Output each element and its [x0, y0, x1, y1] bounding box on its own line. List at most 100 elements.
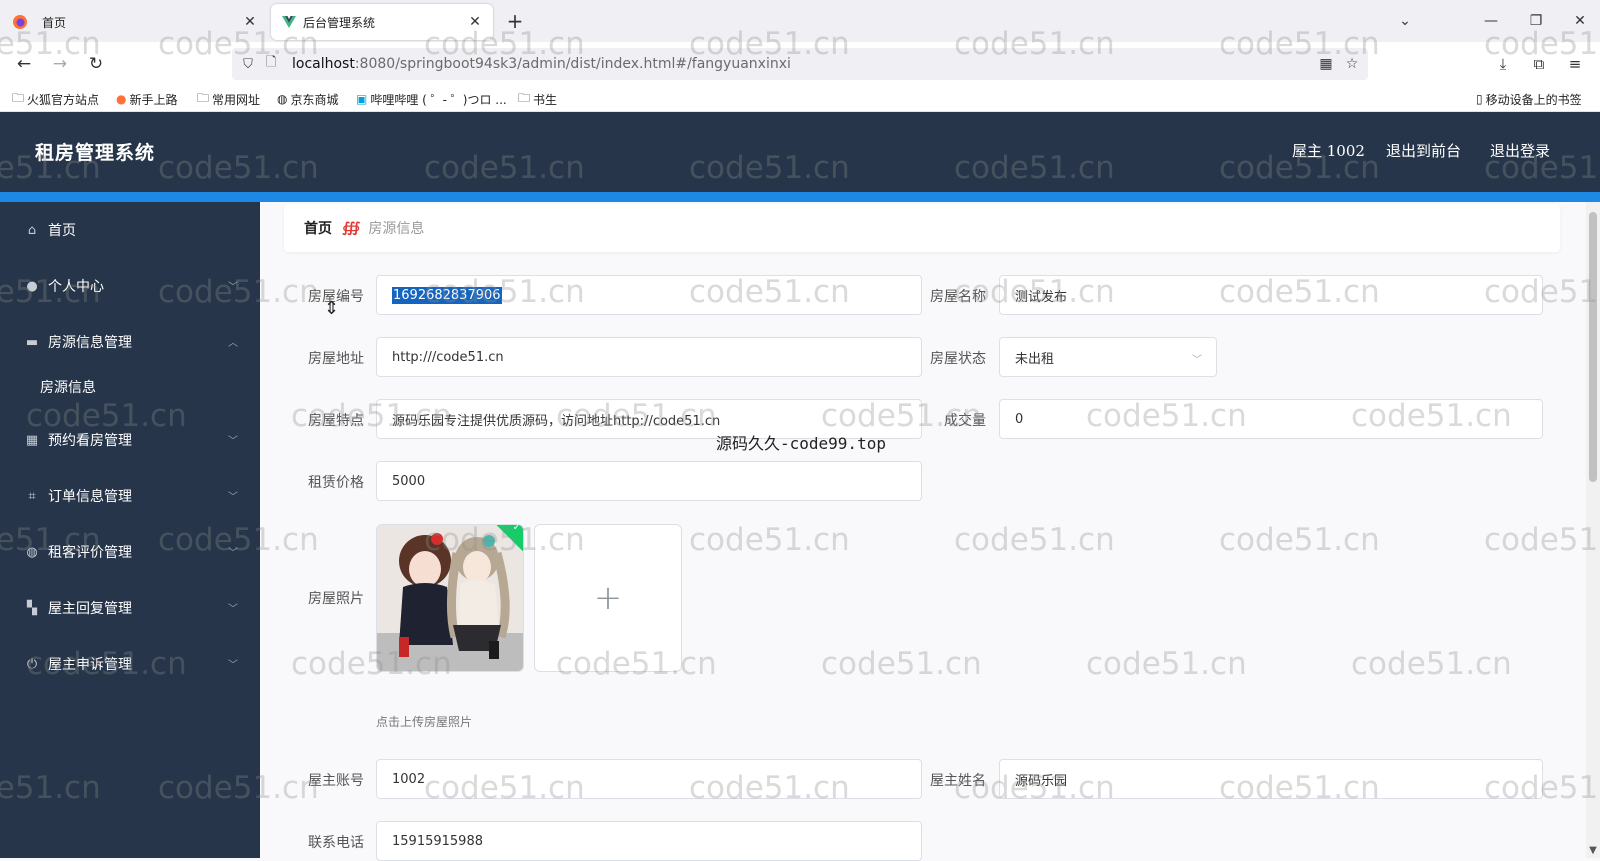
crop-icon: ⌗ — [28, 488, 36, 504]
sidebar-subitem-house-info[interactable]: 房源信息 — [0, 362, 260, 412]
home-icon: ⌂ — [27, 222, 37, 238]
house-no-value: 1692682837906 — [392, 286, 502, 304]
app-header: 租房管理系统 屋主 1002 退出到前台 退出登录 — [0, 112, 1600, 192]
watermark-text: code51.cn — [1219, 522, 1380, 558]
bookmark-item[interactable]: ◍ 京东商城 — [277, 90, 339, 108]
sidebar-item-label: 房源信息管理 — [48, 335, 132, 351]
chevron-down-icon: ﹀ — [228, 660, 238, 671]
globe-icon: ◍ — [26, 544, 38, 560]
scroll-down-icon[interactable]: ▼ — [1586, 845, 1600, 856]
back-to-front-link[interactable]: 退出到前台 — [1386, 140, 1461, 161]
power-icon: ⏻ — [26, 656, 38, 672]
anime-illustration-image — [377, 525, 523, 671]
restore-icon[interactable]: ❐ — [1521, 10, 1551, 32]
menu-icon[interactable]: ≡ — [1563, 52, 1587, 76]
download-icon[interactable]: ⤓ — [1491, 52, 1515, 76]
watermark-text: code51.cn — [1351, 646, 1512, 682]
upload-photo-button[interactable]: + — [534, 524, 682, 672]
url-host: localhost — [292, 56, 355, 72]
sidebar-item-label: 预约看房管理 — [48, 433, 132, 449]
feature-label: 房屋特点 — [308, 413, 364, 429]
bookmark-item[interactable]: 🗀 火狐官方站点 — [12, 90, 99, 108]
status-label: 房屋状态 — [930, 351, 986, 367]
deals-input[interactable]: 0 — [999, 399, 1543, 439]
chevron-down-icon: ﹀ — [228, 436, 238, 447]
reload-icon[interactable]: ↻ — [84, 52, 108, 76]
sidebar-item-replies[interactable]: ▚ 屋主回复管理 ﹀ — [0, 580, 260, 636]
extensions-icon[interactable]: ⧉ — [1527, 52, 1551, 76]
house-name-label: 房屋名称 — [930, 289, 986, 305]
bookmark-item[interactable]: ● 新手上路 — [116, 90, 178, 108]
bilibili-icon: ▣ — [356, 92, 368, 106]
breadcrumb-home[interactable]: 首页 — [304, 218, 332, 238]
price-input[interactable]: 5000 — [376, 461, 922, 501]
watermark-text: code51.cn — [1484, 522, 1600, 558]
house-photo-thumbnail[interactable]: ✓ — [376, 524, 524, 672]
sidebar-item-reviews[interactable]: ◍ 租客评价管理 ﹀ — [0, 524, 260, 580]
address-label: 房屋地址 — [308, 351, 364, 367]
phone-input[interactable]: 15915915988 — [376, 821, 922, 861]
star-icon[interactable]: ☆ — [1342, 54, 1362, 74]
browser-nav-bar: ← → ↻ ⛉ 🗋 localhost:8080/springboot94sk3… — [0, 42, 1600, 86]
close-icon[interactable]: ✕ — [238, 14, 262, 30]
sidebar-item-label: 首页 — [48, 223, 76, 239]
minimize-icon[interactable]: — — [1476, 10, 1506, 32]
overlay-watermark: 源码久久-code99.top — [716, 434, 886, 453]
app-title: 租房管理系统 — [35, 142, 156, 164]
bookmark-item[interactable]: 🗀 常用网址 — [197, 90, 260, 108]
photo-label: 房屋照片 — [308, 591, 364, 607]
folder-icon: 🗀 — [197, 90, 210, 105]
logout-link[interactable]: 退出登录 — [1490, 140, 1550, 161]
tab-admin[interactable]: 后台管理系统 ✕ — [271, 4, 493, 40]
status-value: 未出租 — [1015, 351, 1055, 367]
sidebar-item-orders[interactable]: ⌗ 订单信息管理 ﹀ — [0, 468, 260, 524]
back-icon[interactable]: ← — [12, 52, 36, 76]
vue-logo-icon — [281, 14, 297, 30]
chevron-down-icon: ﹀ — [228, 604, 238, 615]
owner-name-label: 屋主姓名 — [930, 773, 986, 789]
scrollbar-thumb[interactable] — [1589, 212, 1597, 482]
tab-list-icon[interactable]: ⌄ — [1390, 10, 1420, 32]
price-label: 租赁价格 — [308, 475, 364, 491]
user-icon: ● — [26, 278, 38, 294]
breadcrumb-separator-icon: ∰ — [342, 220, 361, 236]
sidebar-item-label: 屋主回复管理 — [48, 601, 132, 617]
bookmarks-bar: 🗀 火狐官方站点 ● 新手上路 🗀 常用网址 ◍ 京东商城 ▣ 哔哩哔哩 ( ゜- ゜)つ… — [0, 86, 1600, 112]
forward-icon[interactable]: → — [48, 52, 72, 76]
phone-label: 联系电话 — [308, 835, 364, 851]
address-input[interactable]: http:///code51.cn — [376, 337, 922, 377]
owner-name-input[interactable]: 源码乐园 — [999, 759, 1543, 799]
sidebar-item-complaints[interactable]: ⏻ 屋主申诉管理 ﹀ — [0, 636, 260, 692]
owner-account-input[interactable]: 1002 — [376, 759, 922, 799]
bookmark-item[interactable]: 🗀 书生 — [518, 90, 557, 108]
sidebar-item-viewing-appointments[interactable]: ▦ 预约看房管理 ﹀ — [0, 412, 260, 468]
close-icon[interactable]: ✕ — [463, 14, 487, 30]
sidebar-item-profile[interactable]: ● 个人中心 ﹀ — [0, 258, 260, 314]
plus-icon: + — [593, 578, 623, 618]
chevron-down-icon: ﹀ — [1192, 355, 1202, 366]
url-path: :8080/springboot94sk3/admin/dist/index.h… — [354, 56, 791, 72]
house-name-input[interactable]: 测试发布 — [999, 275, 1543, 315]
apps-icon: ▚ — [27, 600, 37, 616]
window-close-icon[interactable]: ✕ — [1565, 10, 1595, 32]
chevron-up-icon: ︿ — [228, 338, 238, 349]
chevron-down-icon: ﹀ — [228, 492, 238, 503]
check-icon: ✓ — [512, 524, 521, 534]
sidebar-item-home[interactable]: ⌂ 首页 — [0, 202, 260, 258]
status-select[interactable]: 未出租 ﹀ — [999, 337, 1217, 377]
sidebar-item-label: 个人中心 — [48, 279, 104, 295]
new-tab-icon[interactable]: + — [503, 8, 527, 34]
mobile-icon: ▯ — [1476, 92, 1483, 106]
chevron-down-icon: ﹀ — [228, 282, 238, 293]
sidebar-item-label: 屋主申诉管理 — [48, 657, 132, 673]
breadcrumb: 首页 ∰ 房源信息 — [284, 204, 1560, 252]
bookmark-item[interactable]: ▣ 哔哩哔哩 ( ゜- ゜)つロ ... — [356, 90, 507, 108]
tab-label: 后台管理系统 — [303, 15, 376, 30]
page-scrollbar[interactable]: ▼ — [1586, 202, 1600, 858]
mobile-bookmarks[interactable]: ▯ 移动设备上的书签 — [1476, 90, 1582, 108]
qr-code-icon[interactable]: ▦ — [1316, 54, 1336, 74]
address-bar[interactable]: ⛉ 🗋 localhost:8080/springboot94sk3/admin… — [232, 48, 1368, 80]
watermark-text: code51.cn — [954, 522, 1115, 558]
house-no-input[interactable]: 1692682837906 — [376, 275, 922, 315]
tab-home[interactable]: 首页 ✕ — [0, 4, 268, 40]
